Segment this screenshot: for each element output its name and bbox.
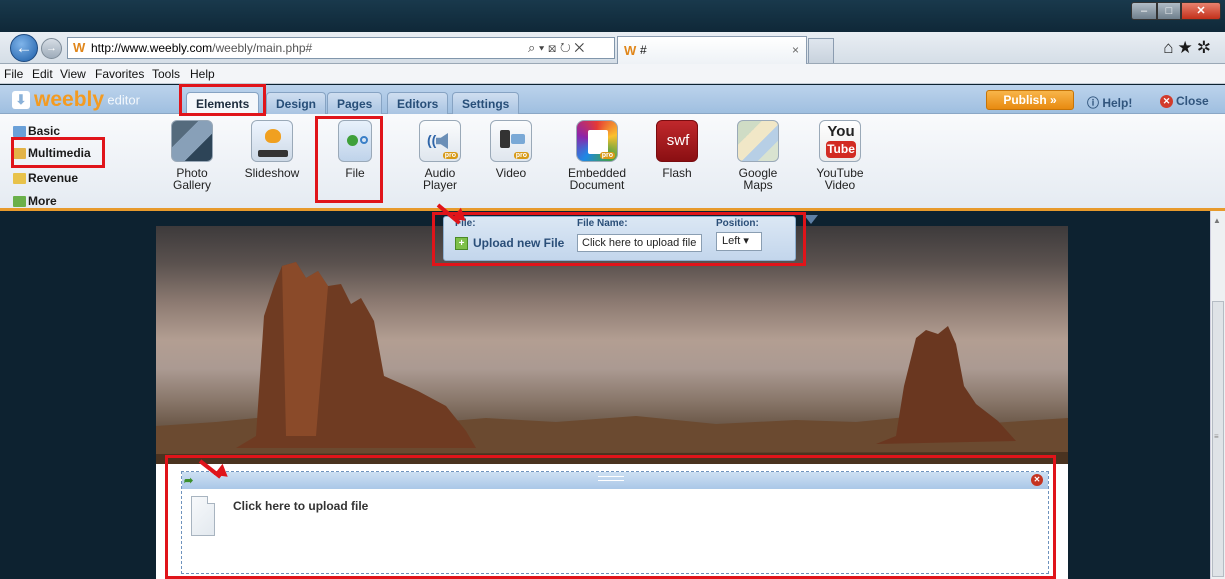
- element-flash[interactable]: swf Flash: [640, 120, 714, 179]
- close-editor-button[interactable]: ✕ Close: [1160, 94, 1209, 109]
- tab-settings[interactable]: Settings: [452, 92, 520, 114]
- element-slideshow[interactable]: Slideshow: [235, 120, 309, 179]
- menu-file[interactable]: File: [4, 67, 23, 81]
- highlight-file-box: [165, 455, 1056, 579]
- element-google-maps[interactable]: Google Maps: [721, 120, 795, 191]
- forward-button[interactable]: →: [41, 38, 62, 59]
- highlight-elements-tab: [179, 84, 266, 116]
- maximize-button[interactable]: □: [1157, 2, 1181, 20]
- video-camera-icon: pro: [490, 120, 532, 162]
- category-revenue[interactable]: Revenue: [13, 171, 78, 185]
- address-bar[interactable]: W http://www.weebly.com/weebly/main.php#…: [67, 37, 615, 59]
- menu-view[interactable]: View: [60, 67, 86, 81]
- scrollbar-grip-icon: ≡: [1214, 432, 1219, 441]
- menu-tools[interactable]: Tools: [152, 67, 180, 81]
- home-icon[interactable]: ⌂: [1163, 38, 1177, 57]
- category-more[interactable]: More: [13, 194, 57, 208]
- highlight-file-element: [315, 116, 383, 203]
- weebly-logo: ⬇ weebly editor: [12, 88, 140, 112]
- publish-button[interactable]: Publish »: [986, 90, 1074, 110]
- audio-player-icon: (( pro: [419, 120, 461, 162]
- element-youtube-video[interactable]: You Tube YouTube Video: [803, 120, 877, 191]
- weebly-favicon-icon: W: [73, 40, 86, 55]
- tab-design[interactable]: Design: [266, 92, 327, 114]
- youtube-icon: You Tube: [819, 120, 861, 162]
- element-photo-gallery[interactable]: Photo Gallery: [155, 120, 229, 191]
- weebly-logo-icon: ⬇: [12, 91, 30, 109]
- photo-gallery-icon: [171, 120, 213, 162]
- close-window-button[interactable]: ✕: [1181, 2, 1221, 20]
- tab-close-icon[interactable]: ×: [792, 43, 799, 57]
- category-basic[interactable]: Basic: [13, 124, 60, 138]
- highlight-multimedia: [11, 137, 105, 168]
- minimize-button[interactable]: –: [1131, 2, 1157, 20]
- menu-favorites[interactable]: Favorites: [95, 67, 144, 81]
- back-button[interactable]: ←: [10, 34, 38, 62]
- tools-gear-icon[interactable]: ✲: [1197, 38, 1215, 57]
- window-controls: – □ ✕: [1131, 2, 1221, 20]
- embedded-document-icon: pro: [576, 120, 618, 162]
- popup-pointer: [804, 215, 818, 224]
- favorites-star-icon[interactable]: ★: [1178, 38, 1197, 57]
- scroll-up-arrow-icon[interactable]: ▲: [1213, 216, 1221, 225]
- window-titlebar: – □ ✕: [0, 0, 1225, 32]
- browser-icons: ⌂★✲: [1163, 38, 1215, 58]
- browser-tab[interactable]: W # ×: [617, 36, 807, 64]
- element-embedded-document[interactable]: pro Embedded Document: [560, 120, 634, 191]
- google-maps-icon: [737, 120, 779, 162]
- menu-edit[interactable]: Edit: [32, 67, 53, 81]
- element-audio-player[interactable]: (( pro Audio Player: [403, 120, 477, 191]
- close-icon: ✕: [1160, 95, 1173, 109]
- tab-pages[interactable]: Pages: [327, 92, 383, 114]
- tab-title: #: [640, 43, 647, 57]
- new-tab-button[interactable]: [808, 38, 834, 63]
- slideshow-icon: [251, 120, 293, 162]
- element-video[interactable]: pro Video: [474, 120, 548, 179]
- address-url[interactable]: http://www.weebly.com/weebly/main.php#: [91, 41, 312, 55]
- menu-help[interactable]: Help: [190, 67, 215, 81]
- menu-bar: File Edit View Favorites Tools Help: [0, 64, 1225, 84]
- help-button[interactable]: ⓘ Help!: [1087, 94, 1132, 111]
- basic-icon: [13, 126, 26, 138]
- tab-favicon-icon: W: [624, 43, 637, 58]
- tab-editors[interactable]: Editors: [387, 92, 449, 114]
- more-icon: [13, 196, 26, 208]
- highlight-upload-popup: [432, 212, 806, 266]
- help-icon: ⓘ: [1087, 96, 1103, 110]
- revenue-icon: [13, 173, 26, 185]
- address-tools[interactable]: ⌕ ▾ ⊠ ↻ ✕: [528, 40, 584, 56]
- flash-swf-icon: swf: [656, 120, 698, 162]
